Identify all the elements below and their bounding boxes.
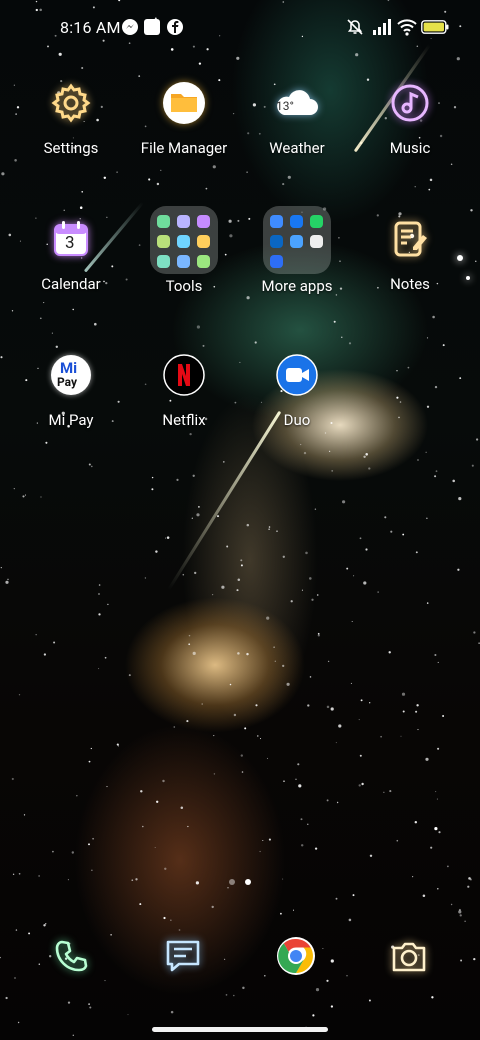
messages-icon[interactable] [160, 933, 206, 979]
notes-label: Notes [390, 275, 430, 293]
settings-icon [48, 80, 94, 126]
tools-folder-icon [150, 206, 218, 274]
mute-icon [347, 19, 363, 35]
app-duo[interactable]: Duo [242, 352, 352, 429]
calendar-icon: 3 [48, 216, 94, 262]
calendar-label: Calendar [41, 275, 101, 293]
netflix-label: Netflix [162, 411, 206, 429]
page-dot-1[interactable] [229, 879, 235, 885]
app-music[interactable]: Music [355, 80, 465, 157]
app-mi-pay[interactable]: Mi Pay Mi Pay [16, 352, 126, 429]
camera-icon[interactable] [386, 933, 432, 979]
home-gesture-bar[interactable] [152, 1027, 328, 1032]
calendar-day: 3 [65, 233, 75, 253]
facebook-icon [167, 19, 183, 35]
netflix-icon [161, 352, 207, 398]
app-settings[interactable]: Settings [16, 80, 126, 157]
duo-label: Duo [283, 411, 311, 429]
status-time: 8:16 AM [60, 18, 121, 37]
file-manager-icon [161, 80, 207, 126]
messenger-icon [122, 19, 138, 35]
pay-text: Pay [57, 375, 78, 389]
folder-tools[interactable]: Tools [129, 206, 239, 295]
more-apps-folder-icon [263, 206, 331, 274]
music-icon [387, 80, 433, 126]
notes-icon [387, 216, 433, 262]
tools-label: Tools [165, 277, 203, 295]
battery-icon [421, 20, 449, 34]
chrome-icon[interactable] [273, 933, 319, 979]
more-apps-label: More apps [261, 277, 333, 295]
status-bar: 8:16 AM [0, 0, 480, 56]
app-weather[interactable]: 13° Weather [242, 80, 352, 157]
weather-temp: 13° [276, 99, 294, 113]
weather-label: Weather [269, 139, 325, 157]
mi-pay-icon: Mi Pay [48, 352, 94, 398]
folder-more-apps[interactable]: More apps [242, 206, 352, 295]
signal-icon [373, 19, 391, 35]
duo-icon [274, 352, 320, 398]
app-file-manager[interactable]: File Manager [129, 80, 239, 157]
app-calendar[interactable]: 3 Calendar [16, 216, 126, 293]
weather-icon: 13° [274, 80, 320, 126]
page-dot-2-active[interactable] [245, 879, 251, 885]
file-manager-label: File Manager [140, 139, 228, 157]
mi-pay-label: Mi Pay [48, 411, 94, 429]
music-label: Music [389, 139, 431, 157]
wifi-icon [397, 19, 417, 36]
phone-icon[interactable] [48, 933, 94, 979]
app-netflix[interactable]: Netflix [129, 352, 239, 429]
settings-label: Settings [43, 139, 99, 157]
app-notes[interactable]: Notes [355, 216, 465, 293]
square-icon [144, 19, 160, 35]
